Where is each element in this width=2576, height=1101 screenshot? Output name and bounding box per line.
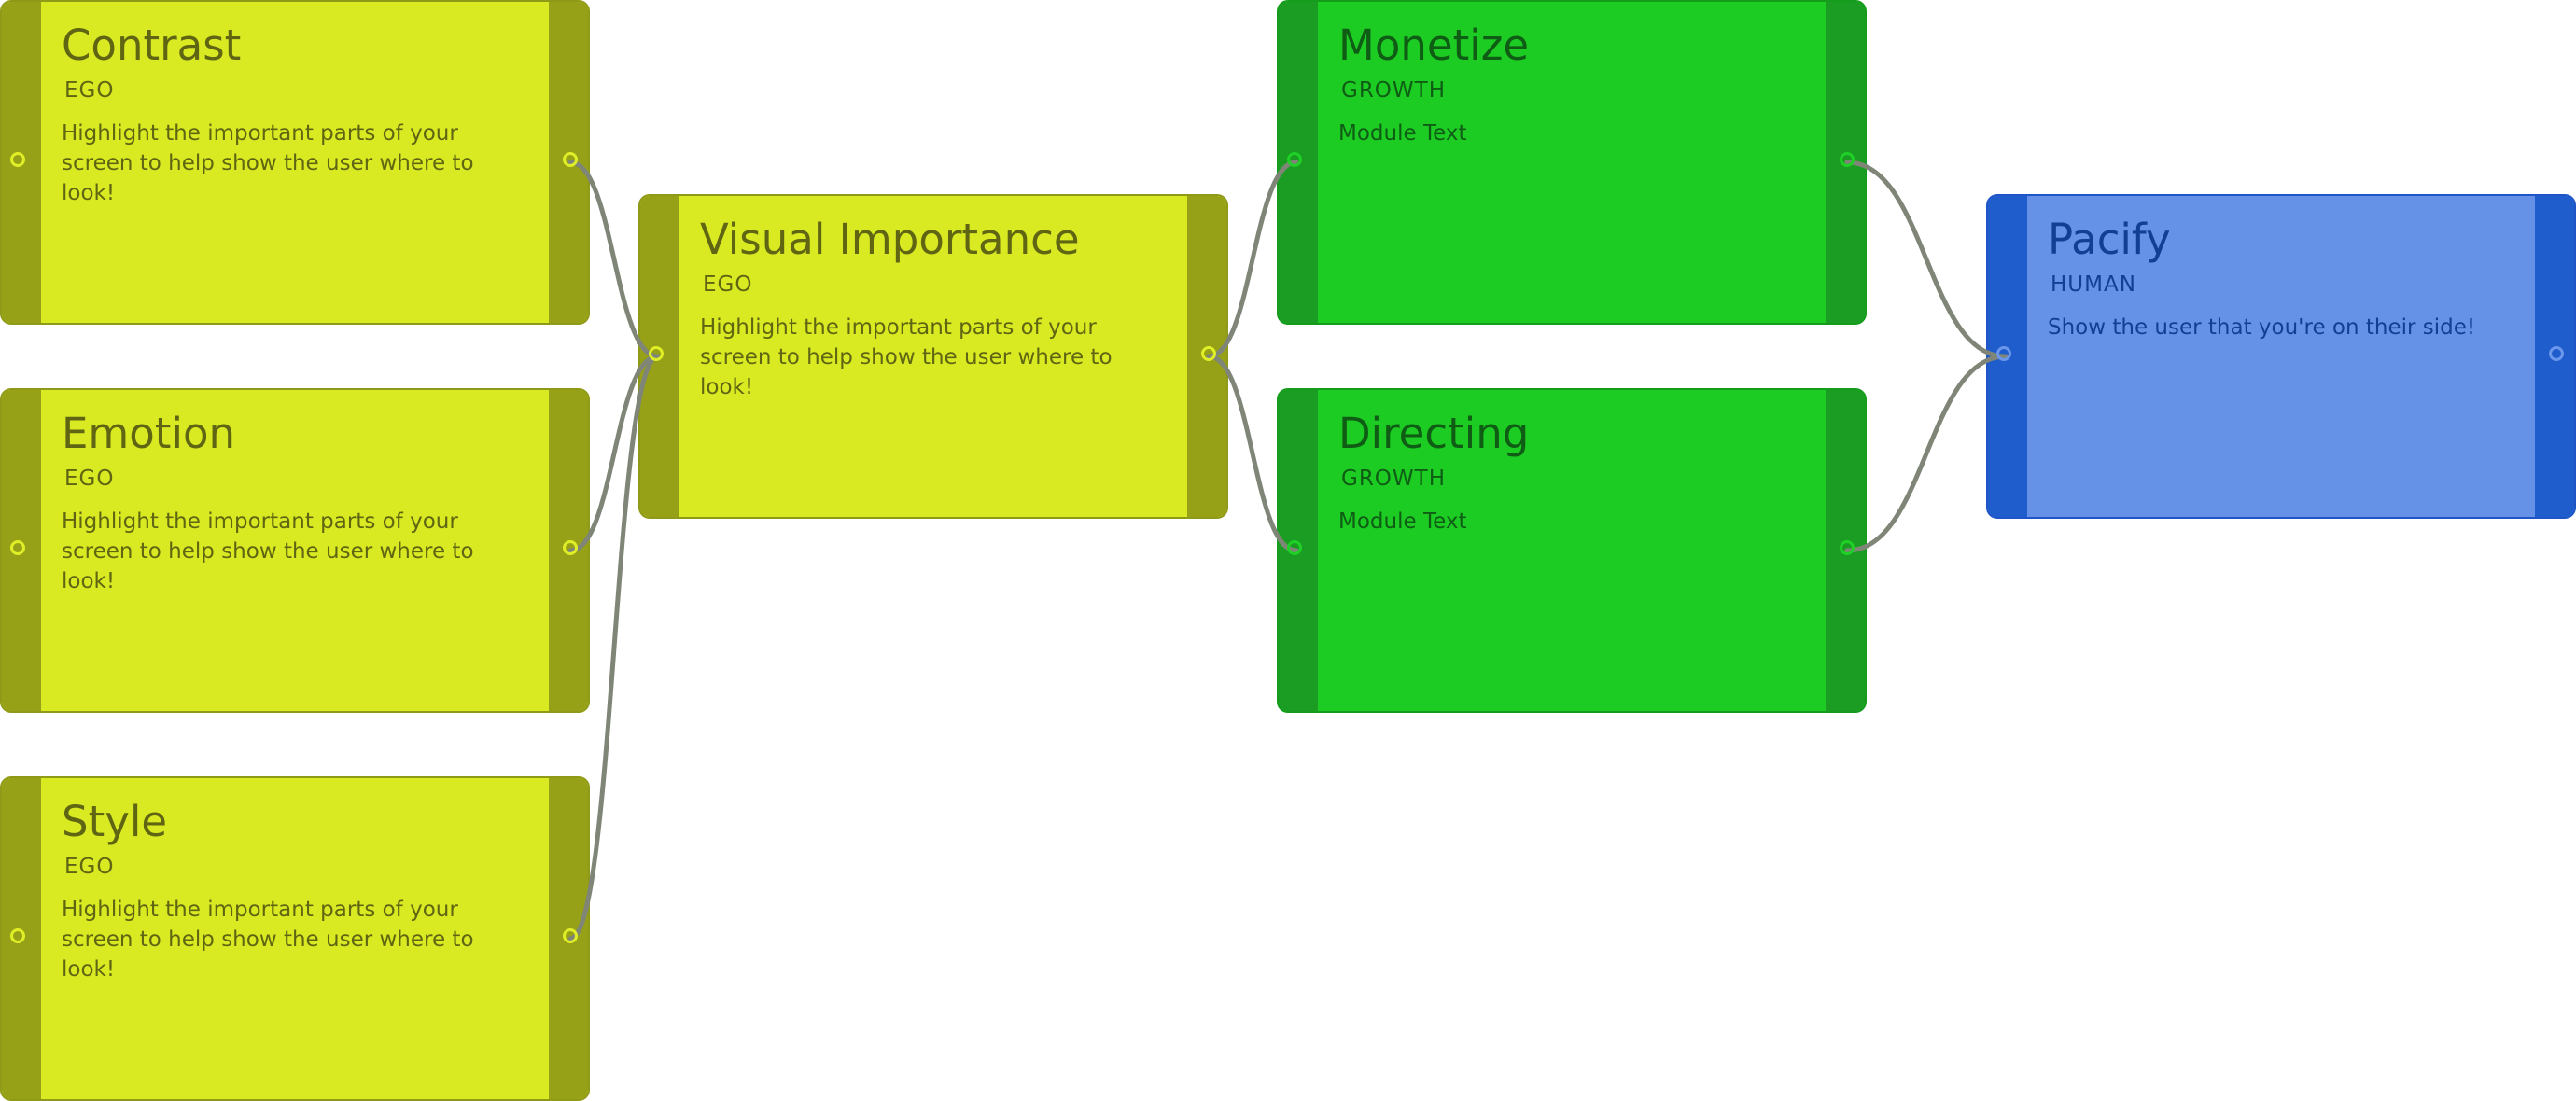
node-description: Highlight the important parts of your sc… <box>62 898 474 982</box>
node-visual-importance[interactable]: Visual Importance EGO Highlight the impo… <box>638 194 1228 519</box>
input-port-pacify[interactable] <box>1996 346 2011 361</box>
node-category: EGO <box>64 78 115 103</box>
node-description: Highlight the important parts of your sc… <box>700 315 1113 399</box>
output-port-directing[interactable] <box>1840 540 1855 555</box>
node-description: Module Text <box>1338 509 1467 534</box>
node-style[interactable]: Style EGO Highlight the important parts … <box>0 776 590 1101</box>
output-port-visual-importance[interactable] <box>1201 346 1216 361</box>
node-emotion[interactable]: Emotion EGO Highlight the important part… <box>0 388 590 713</box>
node-graph-canvas[interactable]: Contrast EGO Highlight the important par… <box>0 0 2576 1101</box>
node-category: EGO <box>64 467 115 491</box>
node-category: GROWTH <box>1341 467 1446 491</box>
input-port-emotion[interactable] <box>10 540 25 555</box>
wire-monetize-to-pacify <box>1844 160 2009 359</box>
node-description: Show the user that you're on their side! <box>2048 315 2476 340</box>
output-port-contrast[interactable] <box>563 152 578 167</box>
node-category: GROWTH <box>1341 78 1446 103</box>
node-title: Contrast <box>62 21 242 70</box>
node-title: Monetize <box>1338 21 1530 70</box>
input-port-monetize[interactable] <box>1287 152 1302 167</box>
node-title: Style <box>62 797 168 846</box>
output-port-style[interactable] <box>563 928 578 943</box>
output-port-emotion[interactable] <box>563 540 578 555</box>
node-pacify[interactable]: Pacify HUMAN Show the user that you're o… <box>1986 194 2576 519</box>
wire-directing-to-pacify <box>1844 354 2009 553</box>
node-description: Highlight the important parts of your sc… <box>62 121 474 205</box>
node-title: Directing <box>1338 409 1530 458</box>
node-monetize[interactable]: Monetize GROWTH Module Text <box>1277 0 1867 325</box>
input-port-visual-importance[interactable] <box>649 346 664 361</box>
input-port-contrast[interactable] <box>10 152 25 167</box>
node-title: Visual Importance <box>700 215 1080 264</box>
node-directing[interactable]: Directing GROWTH Module Text <box>1277 388 1867 713</box>
node-category: EGO <box>703 272 753 297</box>
node-description: Highlight the important parts of your sc… <box>62 509 474 593</box>
output-port-pacify[interactable] <box>2549 346 2564 361</box>
node-title: Pacify <box>2048 215 2171 264</box>
node-category: EGO <box>64 855 115 879</box>
output-port-monetize[interactable] <box>1840 152 1855 167</box>
node-contrast[interactable]: Contrast EGO Highlight the important par… <box>0 0 590 325</box>
input-port-style[interactable] <box>10 928 25 943</box>
node-description: Module Text <box>1338 121 1467 146</box>
node-title: Emotion <box>62 409 235 458</box>
node-category: HUMAN <box>2051 272 2136 297</box>
input-port-directing[interactable] <box>1287 540 1302 555</box>
